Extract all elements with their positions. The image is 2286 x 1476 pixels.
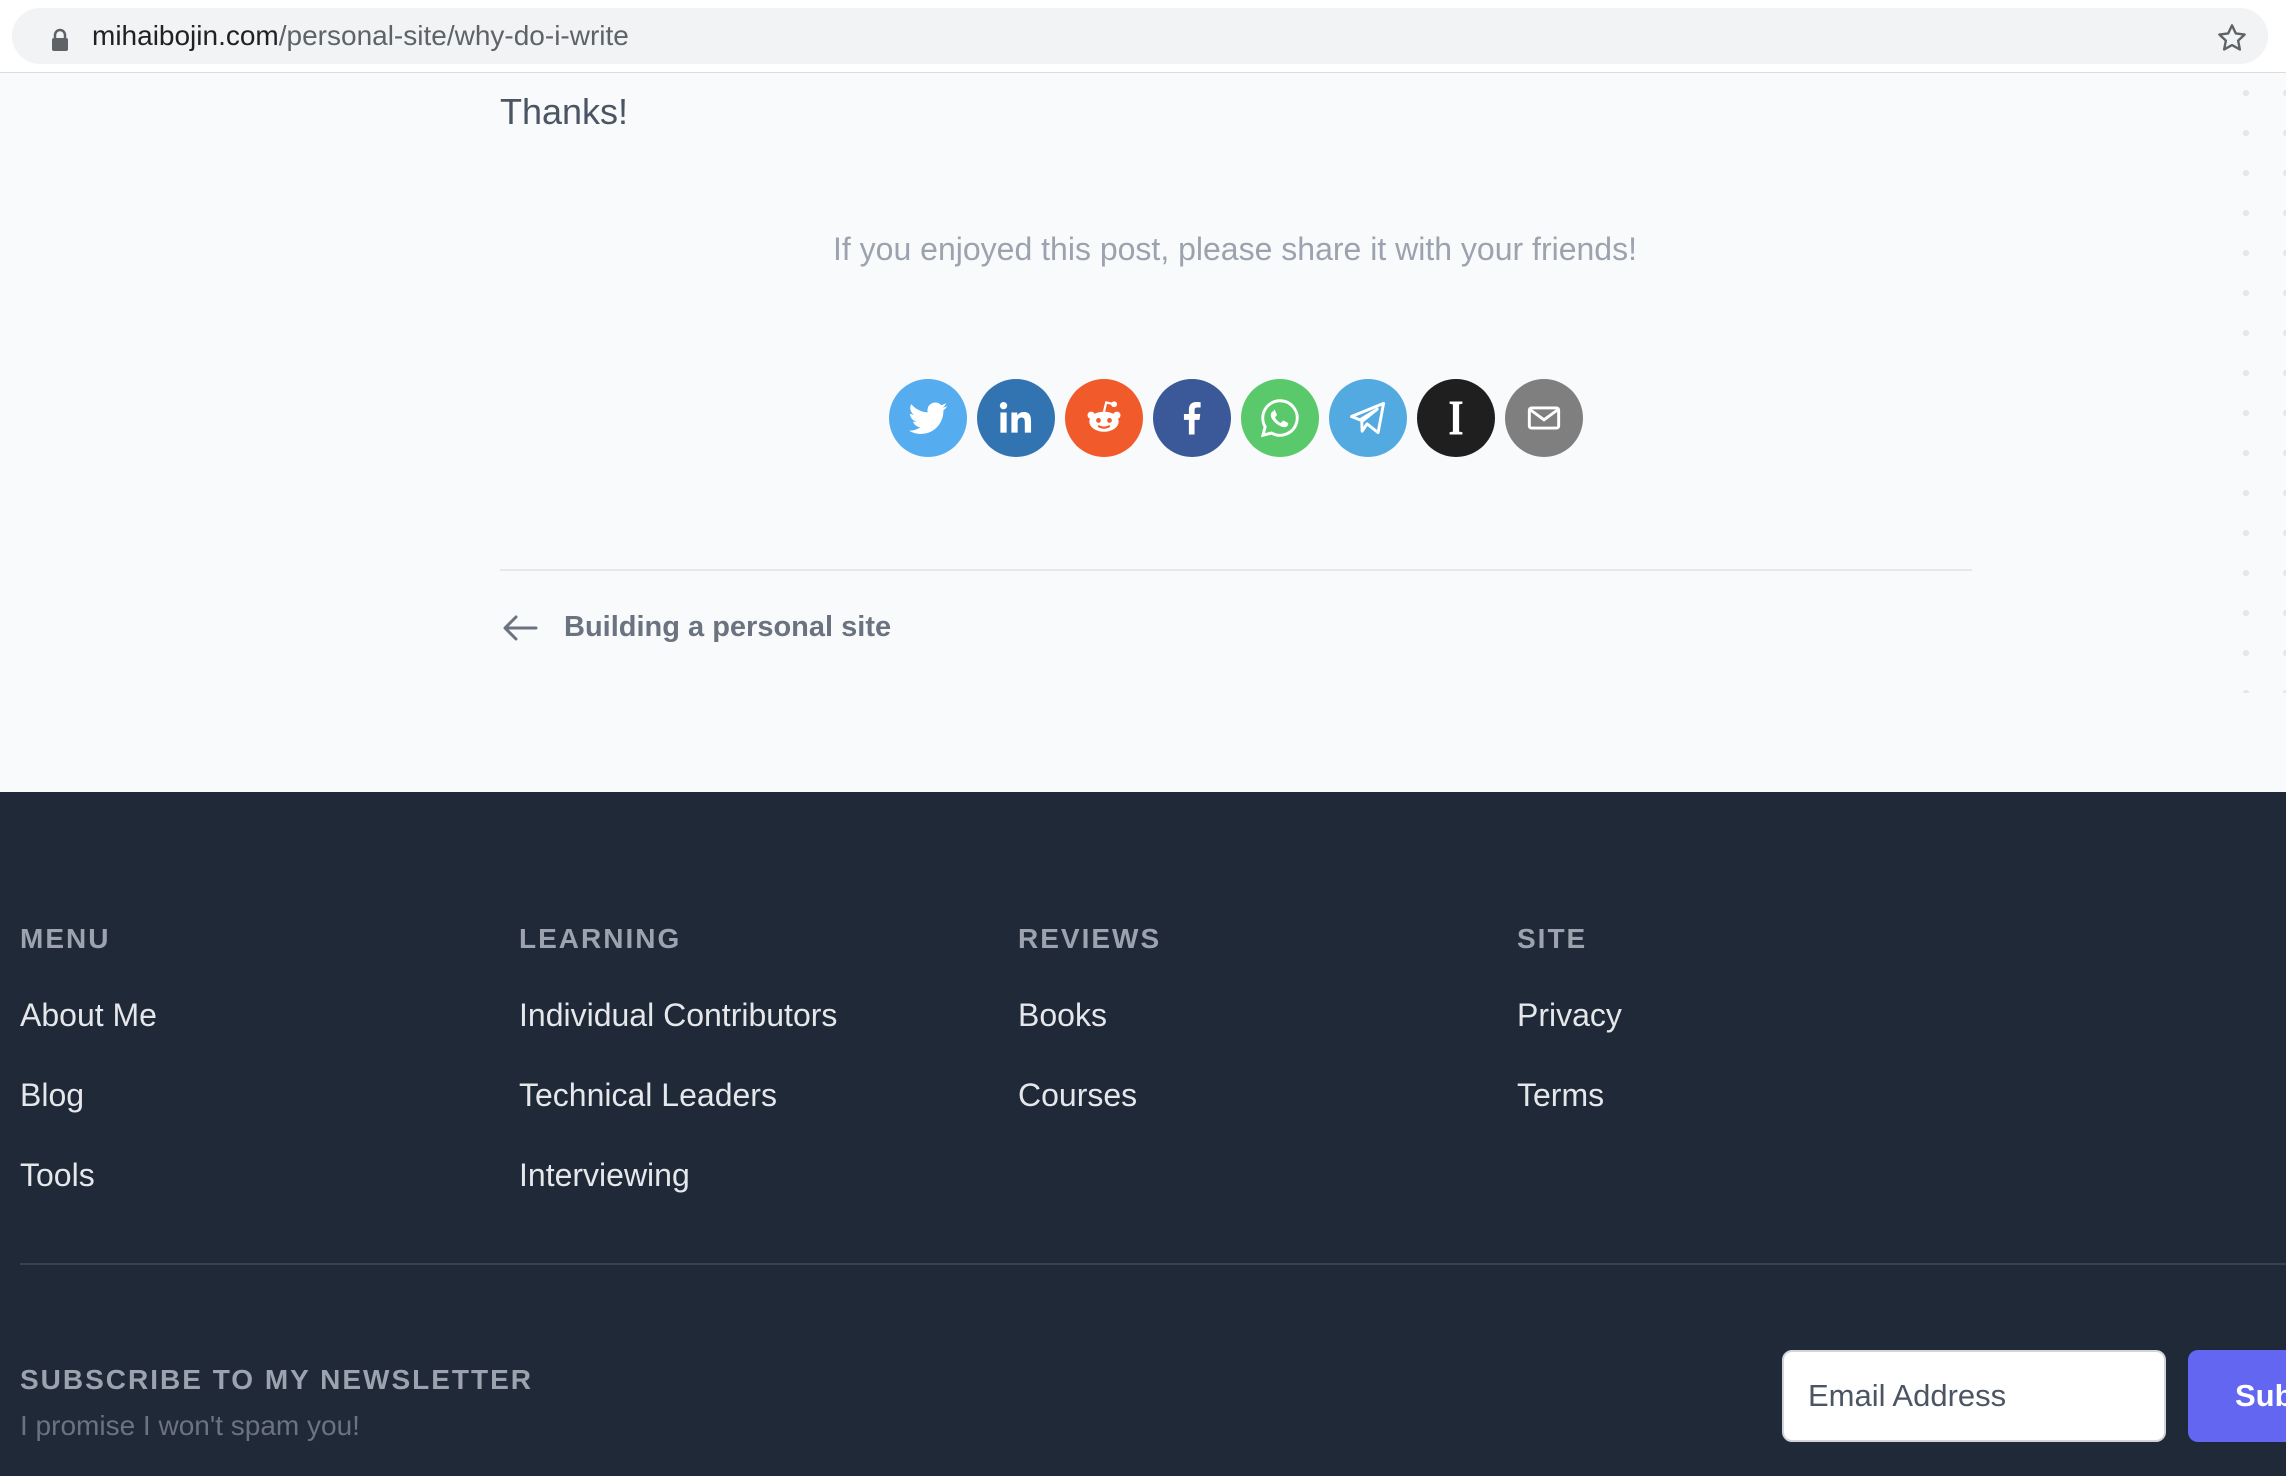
share-whatsapp-button[interactable] (1241, 379, 1319, 457)
newsletter-email-input[interactable] (1782, 1350, 2166, 1442)
whatsapp-icon (1260, 399, 1299, 438)
previous-post-link[interactable]: Building a personal site (500, 611, 891, 644)
share-prompt: If you enjoyed this post, please share i… (833, 231, 1637, 267)
lock-icon[interactable] (50, 28, 70, 52)
share-email-button[interactable] (1505, 379, 1583, 457)
footer-column-site: SITE Privacy Terms (1517, 922, 1622, 1113)
share-telegram-button[interactable] (1329, 379, 1407, 457)
footer-link-terms[interactable]: Terms (1517, 1077, 1622, 1113)
footer-link-interviewing[interactable]: Interviewing (519, 1157, 837, 1193)
site-footer: MENU About Me Blog Tools LEARNING Indivi… (0, 792, 2286, 1476)
url-domain: mihaibojin.com (92, 20, 279, 51)
footer-link-technical-leaders[interactable]: Technical Leaders (519, 1077, 837, 1113)
footer-column-reviews: REVIEWS Books Courses (1018, 922, 1161, 1113)
decorative-dot-pattern (2220, 73, 2286, 693)
footer-divider (20, 1263, 2286, 1265)
browser-toolbar: mihaibojin.com/personal-site/why-do-i-wr… (0, 0, 2286, 73)
share-instapaper-button[interactable] (1417, 379, 1495, 457)
footer-link-individual-contributors[interactable]: Individual Contributors (519, 997, 837, 1033)
footer-column-heading: MENU (20, 923, 111, 954)
share-facebook-button[interactable] (1153, 379, 1231, 457)
footer-column-heading: SITE (1517, 923, 1588, 954)
article-content: Thanks! If you enjoyed this post, please… (0, 73, 2286, 792)
share-twitter-button[interactable] (889, 379, 967, 457)
instapaper-icon (1449, 401, 1463, 435)
share-buttons (889, 379, 1583, 457)
post-navigation-divider (500, 569, 1972, 571)
linkedin-icon (999, 402, 1032, 433)
footer-column-menu: MENU About Me Blog Tools (20, 922, 157, 1193)
footer-link-courses[interactable]: Courses (1018, 1077, 1161, 1113)
footer-column-learning: LEARNING Individual Contributors Technic… (519, 922, 837, 1193)
share-reddit-button[interactable] (1065, 379, 1143, 457)
newsletter-title: SUBSCRIBE TO MY NEWSLETTER (20, 1364, 534, 1395)
url-text[interactable]: mihaibojin.com/personal-site/why-do-i-wr… (92, 22, 629, 50)
email-icon (1527, 406, 1561, 430)
footer-column-heading: LEARNING (519, 923, 682, 954)
closing-text: Thanks! (500, 91, 629, 132)
share-linkedin-button[interactable] (977, 379, 1055, 457)
address-bar[interactable]: mihaibojin.com/personal-site/why-do-i-wr… (12, 8, 2268, 64)
arrow-left-icon (503, 615, 538, 640)
previous-post-title: Building a personal site (564, 611, 892, 643)
footer-link-books[interactable]: Books (1018, 997, 1161, 1033)
telegram-icon (1350, 401, 1386, 435)
facebook-icon (1183, 402, 1201, 435)
twitter-icon (908, 402, 948, 434)
subscribe-button[interactable]: Subscribe (2188, 1350, 2286, 1442)
newsletter-subtitle: I promise I won't spam you! (20, 1410, 360, 1441)
url-path: /personal-site/why-do-i-write (278, 20, 629, 51)
footer-link-blog[interactable]: Blog (20, 1077, 157, 1113)
reddit-icon (1087, 401, 1121, 432)
footer-column-heading: REVIEWS (1018, 923, 1162, 954)
footer-link-tools[interactable]: Tools (20, 1157, 157, 1193)
footer-link-about-me[interactable]: About Me (20, 997, 157, 1033)
star-icon[interactable] (2216, 22, 2248, 54)
footer-link-privacy[interactable]: Privacy (1517, 997, 1622, 1033)
